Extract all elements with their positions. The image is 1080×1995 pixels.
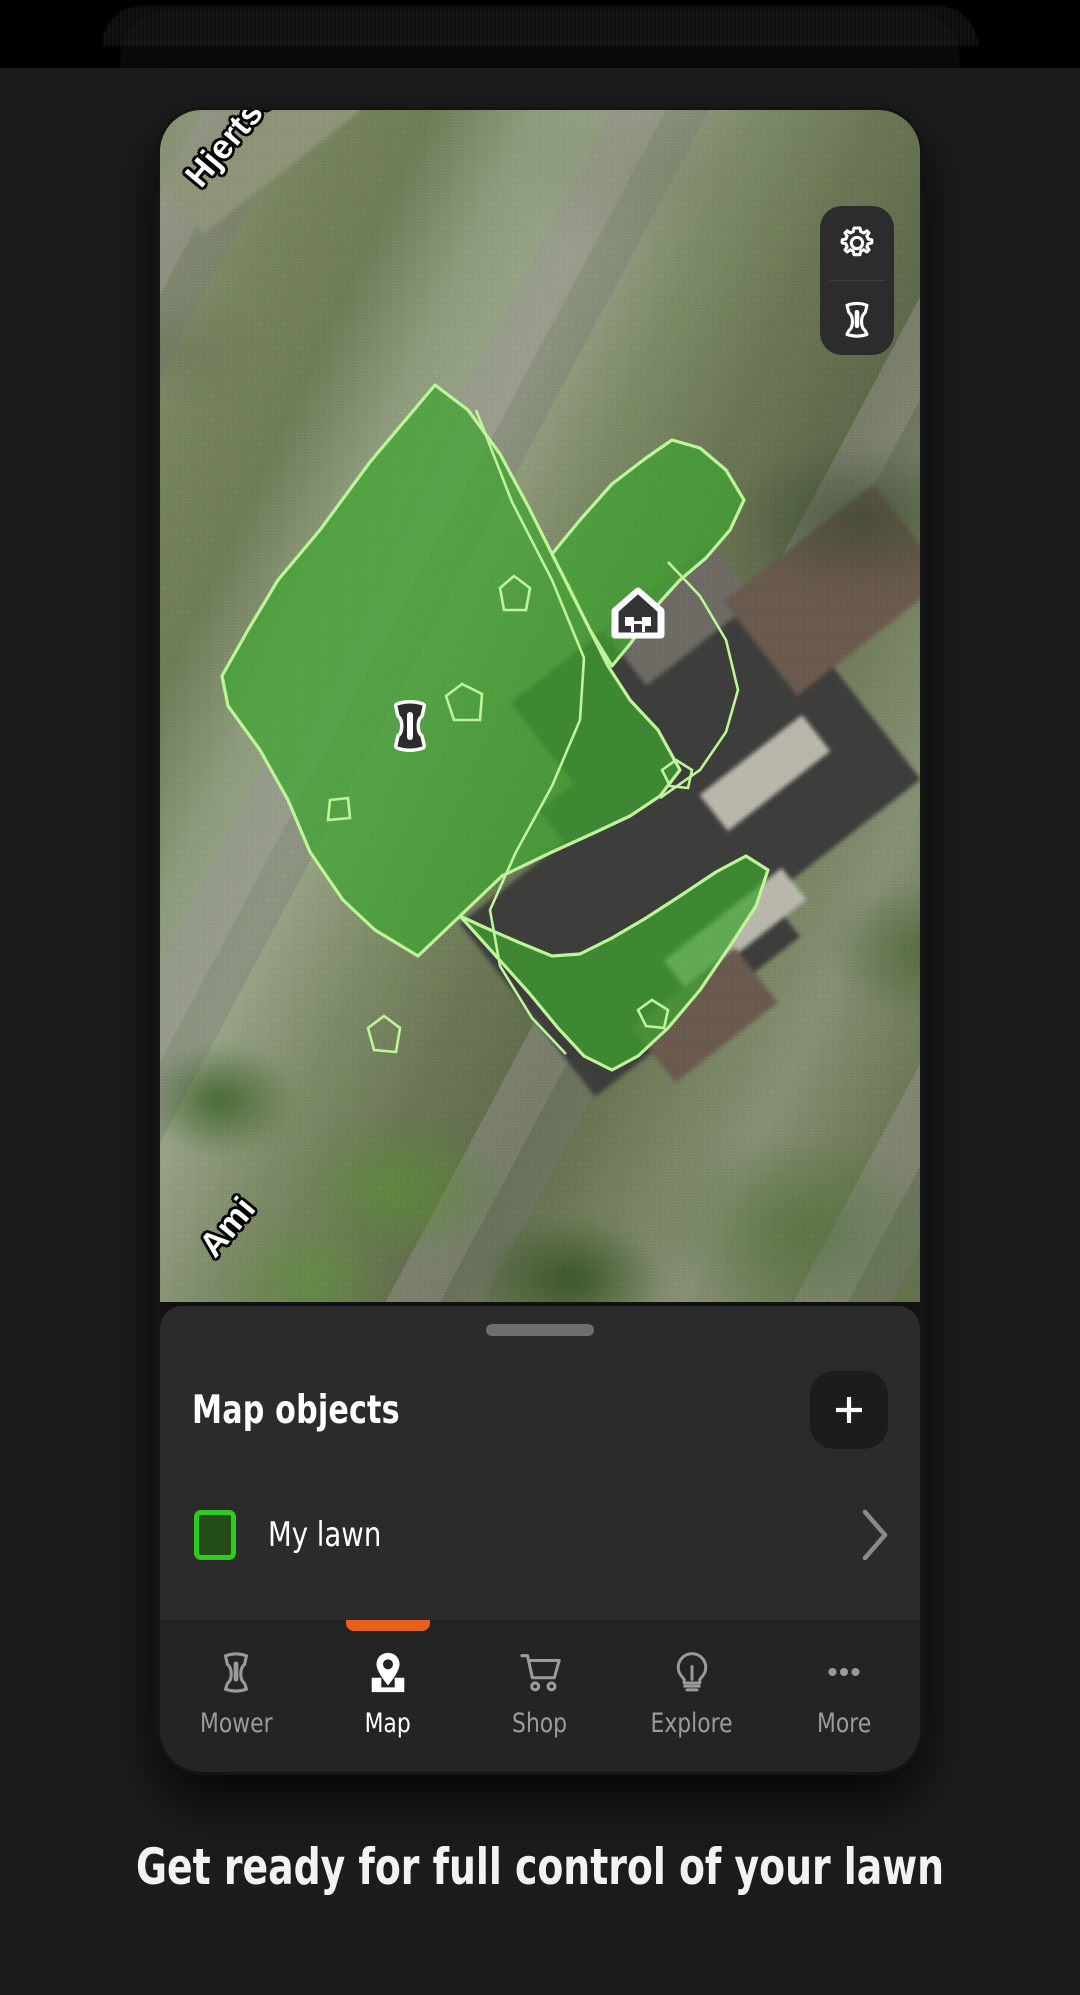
- active-tab-indicator: [346, 1620, 430, 1631]
- promo-caption: Get ready for full control of your lawn: [0, 1838, 1080, 1896]
- map-controls: [820, 206, 894, 355]
- list-item[interactable]: My lawn: [160, 1482, 920, 1588]
- promo-caption-text: Get ready for full control of your lawn: [135, 1838, 945, 1896]
- map-settings-button[interactable]: [820, 206, 894, 280]
- lawn-main-polygon: [220, 383, 682, 958]
- lawn-polygon-overlay: [220, 383, 770, 1072]
- gear-icon: [840, 226, 874, 257]
- home-icon: [611, 587, 665, 639]
- sheet-title: Map objects: [192, 1387, 400, 1433]
- nav-label: Shop: [512, 1708, 568, 1739]
- phone-frame: Hjertström Ami: [160, 110, 920, 1772]
- nav-label: Mower: [199, 1708, 273, 1739]
- nav-item-explore[interactable]: Explore: [616, 1620, 768, 1772]
- object-color-swatch: [194, 1510, 236, 1560]
- cart-icon: [517, 1646, 563, 1698]
- chevron-right-icon[interactable]: [858, 1506, 892, 1564]
- map-view[interactable]: Hjertström Ami: [160, 110, 920, 1302]
- bottom-navigation-bar: Mower Map Shop Explore More: [160, 1620, 920, 1772]
- plus-icon: [836, 1397, 862, 1423]
- nav-label: More: [816, 1708, 872, 1739]
- map-pin-icon: [365, 1646, 411, 1698]
- device-top-edge-artifact: [102, 6, 978, 74]
- mower-icon: [845, 301, 869, 338]
- mower-icon: [394, 700, 426, 752]
- map-mower-button[interactable]: [820, 281, 894, 355]
- ellipsis-icon: [821, 1646, 867, 1698]
- mower-position-marker[interactable]: [382, 698, 438, 754]
- map-objects-list: My lawn: [160, 1482, 920, 1588]
- map-objects-sheet: Map objects My lawn: [160, 1306, 920, 1620]
- nav-label: Map: [364, 1708, 412, 1739]
- sheet-header: Map objects: [160, 1358, 920, 1462]
- mower-icon: [215, 1646, 257, 1698]
- nav-item-shop[interactable]: Shop: [464, 1620, 616, 1772]
- bulb-icon: [670, 1646, 714, 1698]
- nav-item-more[interactable]: More: [768, 1620, 920, 1772]
- add-map-object-button[interactable]: [810, 1371, 888, 1449]
- nav-item-mower[interactable]: Mower: [160, 1620, 312, 1772]
- app-shell: Hjertström Ami: [0, 0, 1080, 1995]
- object-label: My lawn: [268, 1515, 382, 1555]
- nav-label: Explore: [651, 1708, 733, 1739]
- charging-station-marker[interactable]: [610, 585, 666, 641]
- sheet-drag-handle[interactable]: [486, 1324, 594, 1336]
- nav-item-map[interactable]: Map: [312, 1620, 464, 1772]
- lawn-lower-right-arm: [458, 854, 770, 1072]
